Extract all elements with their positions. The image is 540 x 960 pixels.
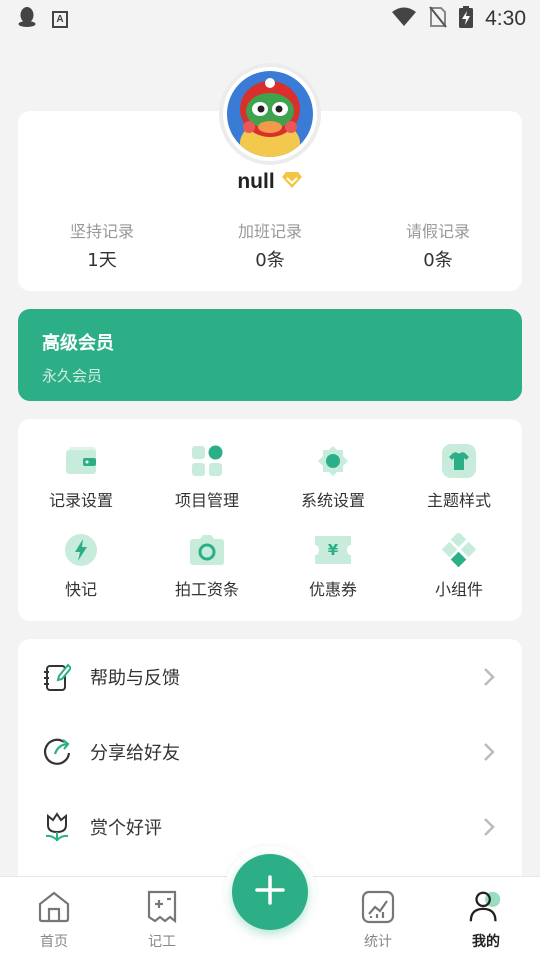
camera-icon: [189, 532, 225, 568]
grid-label: 系统设置: [300, 491, 365, 510]
record-icon: [144, 889, 180, 925]
list-item-share[interactable]: 分享给好友: [18, 714, 522, 789]
wifi-icon: [391, 7, 417, 31]
user-icon: [468, 889, 504, 925]
chevron-right-icon: [482, 817, 496, 837]
list-label: 帮助与反馈: [90, 667, 180, 689]
grid-label: 主题样式: [426, 491, 491, 510]
nav-label: 记工: [148, 934, 176, 950]
nav-label: 我的: [472, 934, 500, 950]
font-icon: A: [52, 10, 68, 28]
username-row: null: [0, 170, 540, 194]
grid-item-theme-style[interactable]: 主题样式: [396, 443, 522, 532]
grid-label: 记录设置: [48, 491, 113, 510]
stat-label: 坚持记录: [69, 222, 134, 241]
no-sim-icon: [429, 6, 447, 32]
battery-charging-icon: [459, 6, 474, 32]
svg-text:¥: ¥: [328, 541, 339, 559]
vip-title: 高级会员: [42, 333, 114, 354]
wallet-icon: [63, 443, 99, 479]
nav-label: 统计: [364, 934, 392, 950]
vip-subtitle: 永久会员: [42, 367, 103, 385]
grid-item-project-management[interactable]: 项目管理: [144, 443, 270, 532]
list-label: 赏个好评: [90, 817, 162, 839]
status-bar: A 4:30: [0, 0, 540, 38]
clock: 4:30: [485, 7, 526, 30]
add-record-button[interactable]: [232, 854, 308, 930]
coupon-icon: ¥: [315, 532, 351, 568]
widget-icon: [441, 532, 477, 568]
chevron-right-icon: [482, 667, 496, 687]
feature-grid: 记录设置 项目管理 系统设置 主题样式 快记 拍工资条 ¥ 优惠券 小组件: [18, 443, 522, 621]
nav-label: 首页: [40, 934, 68, 950]
tshirt-icon: [441, 443, 477, 479]
home-icon: [36, 889, 72, 925]
stats-row: 坚持记录 1天 加班记录 0条 请假记录 0条: [18, 218, 522, 272]
stat-overtime[interactable]: 加班记录 0条: [186, 218, 354, 272]
username: null: [237, 170, 275, 193]
vip-diamond-icon: [281, 170, 303, 194]
qq-icon: [18, 6, 36, 32]
plus-icon: [255, 875, 285, 909]
nav-home[interactable]: 首页: [0, 877, 108, 960]
stat-label: 请假记录: [405, 222, 470, 241]
grid-label: 拍工资条: [174, 580, 239, 599]
settings-icon: [315, 443, 351, 479]
stat-streak[interactable]: 坚持记录 1天: [18, 218, 186, 272]
lightning-icon: [63, 532, 99, 568]
share-icon: [42, 737, 72, 767]
chevron-right-icon: [482, 742, 496, 762]
stat-value: 1天: [87, 250, 117, 271]
grid-item-record-settings[interactable]: 记录设置: [18, 443, 144, 532]
grid-label: 项目管理: [174, 491, 239, 510]
stat-leave[interactable]: 请假记录 0条: [354, 218, 522, 272]
avatar[interactable]: [219, 63, 321, 165]
grid-label: 快记: [64, 580, 97, 599]
nav-record[interactable]: 记工: [108, 877, 216, 960]
grid-item-quick-record[interactable]: 快记: [18, 532, 144, 621]
avatar-image: [227, 71, 313, 157]
grid-item-system-settings[interactable]: 系统设置: [270, 443, 396, 532]
grid-item-widget[interactable]: 小组件: [396, 532, 522, 621]
grid-item-photo-payslip[interactable]: 拍工资条: [144, 532, 270, 621]
grid-label: 小组件: [434, 580, 483, 599]
grid-label: 优惠券: [308, 580, 357, 599]
help-notebook-icon: [42, 662, 72, 692]
list-label: 分享给好友: [90, 742, 180, 764]
apps-icon: [189, 443, 225, 479]
nav-stats[interactable]: 统计: [324, 877, 432, 960]
chart-icon: [360, 889, 396, 925]
stat-value: 0条: [423, 250, 453, 271]
stat-value: 0条: [255, 250, 285, 271]
vip-card[interactable]: 高级会员 永久会员: [18, 309, 522, 401]
stat-label: 加班记录: [237, 222, 302, 241]
flower-icon: [42, 811, 72, 842]
list-item-help-feedback[interactable]: 帮助与反馈: [18, 639, 522, 714]
nav-me[interactable]: 我的: [432, 877, 540, 960]
grid-item-coupon[interactable]: ¥ 优惠券: [270, 532, 396, 621]
feature-grid-card: 记录设置 项目管理 系统设置 主题样式 快记 拍工资条 ¥ 优惠券 小组件: [18, 419, 522, 621]
